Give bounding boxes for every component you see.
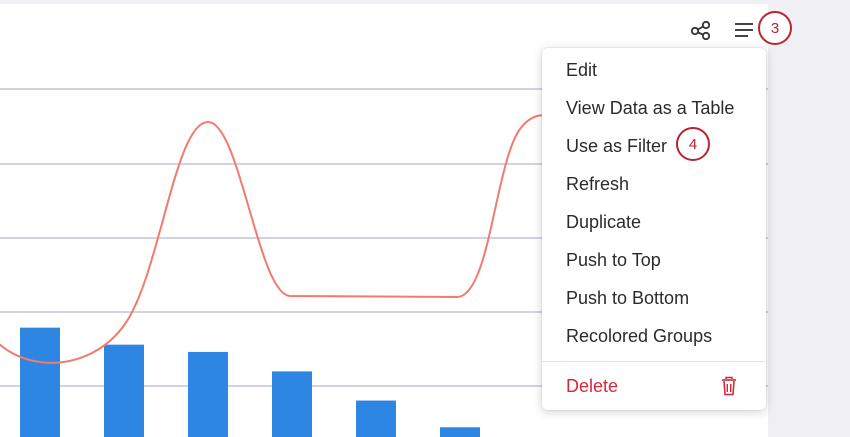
menu-divider <box>542 361 766 362</box>
menu-item-duplicate[interactable]: Duplicate <box>542 203 766 241</box>
menu-item-refresh[interactable]: Refresh <box>542 165 766 203</box>
delete-label: Delete <box>566 375 619 396</box>
menu-item-push-to-bottom[interactable]: Push to Bottom <box>542 279 766 317</box>
hamburger-menu-icon <box>735 23 753 37</box>
widget-context-menu: Edit View Data as a Table Use as Filter … <box>542 48 766 410</box>
step-badge: 4 <box>676 127 710 161</box>
trend-line <box>0 114 549 364</box>
menu-item-delete[interactable]: Delete <box>542 367 766 405</box>
share-icon <box>690 20 711 40</box>
menu-item-edit[interactable]: Edit <box>542 51 766 89</box>
menu-item-push-to-top[interactable]: Push to Top <box>542 241 766 279</box>
bar <box>356 400 396 437</box>
trash-icon <box>722 376 736 396</box>
bar <box>104 344 144 437</box>
bar <box>440 427 480 437</box>
bar <box>20 327 60 437</box>
share-button[interactable] <box>689 19 713 41</box>
menu-item-recolored-groups[interactable]: Recolored Groups <box>542 317 766 355</box>
bar-series <box>20 327 480 437</box>
bar <box>272 371 312 437</box>
step-badge: 3 <box>758 11 792 45</box>
menu-item-use-as-filter[interactable]: Use as Filter <box>542 127 766 165</box>
bar <box>188 351 228 437</box>
menu-item-view-data-as-table[interactable]: View Data as a Table <box>542 89 766 127</box>
widget-menu-button[interactable] <box>732 19 756 41</box>
